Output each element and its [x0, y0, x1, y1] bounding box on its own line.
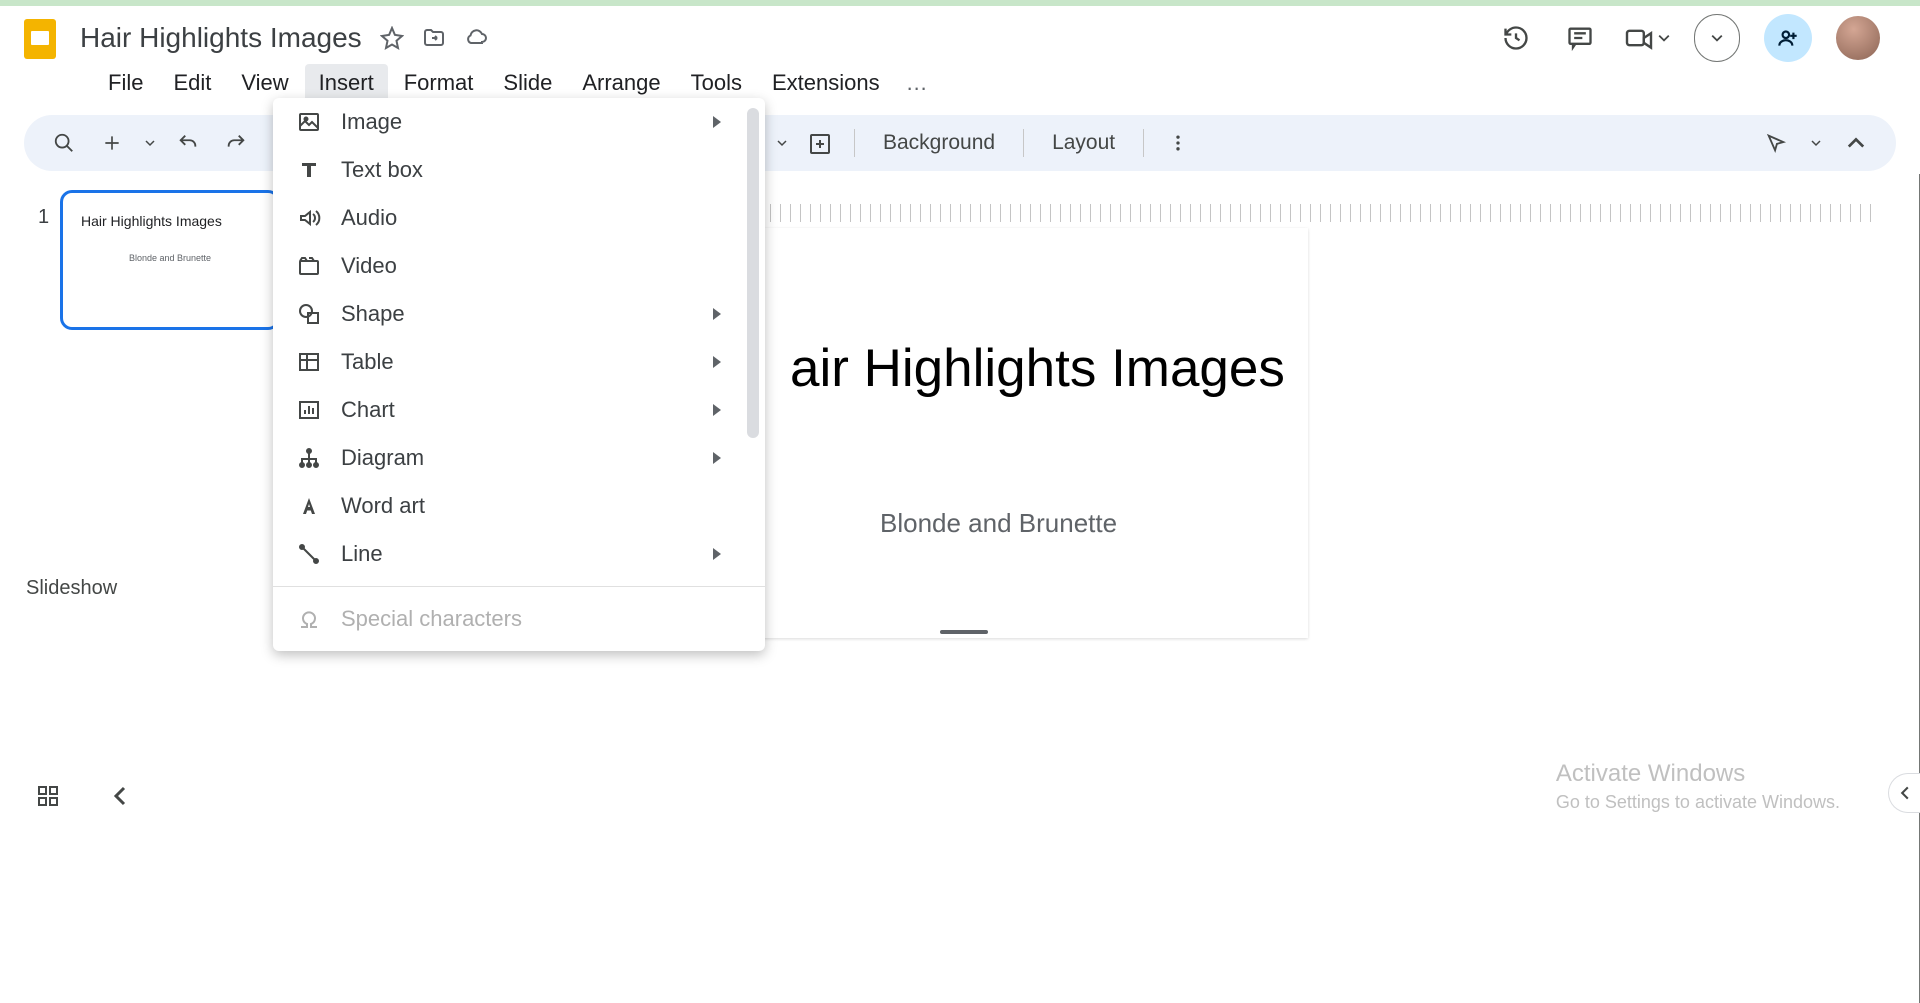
- submenu-arrow-icon: [713, 308, 721, 320]
- chart-icon: [297, 398, 321, 422]
- star-icon[interactable]: [380, 26, 404, 50]
- menu-insert[interactable]: Insert: [305, 64, 388, 102]
- insert-wordart[interactable]: Word art: [273, 482, 765, 530]
- toolbar-dropdown[interactable]: [772, 123, 792, 163]
- pointer-tool-icon[interactable]: [1756, 123, 1796, 163]
- undo-button[interactable]: [168, 123, 208, 163]
- new-slide-dropdown[interactable]: [140, 123, 160, 163]
- collapse-toolbar-icon[interactable]: [1836, 123, 1876, 163]
- move-folder-icon[interactable]: [422, 26, 446, 50]
- insert-table[interactable]: Table: [273, 338, 765, 386]
- menu-extensions[interactable]: Extensions: [758, 64, 894, 102]
- slide-panel: Hair Highlights Images Blonde and Brunet…: [0, 174, 300, 829]
- history-icon[interactable]: [1496, 18, 1536, 58]
- comments-icon[interactable]: [1560, 18, 1600, 58]
- separator: [854, 129, 855, 157]
- table-icon: [297, 350, 321, 374]
- menu-item-label: Audio: [341, 205, 397, 231]
- menu-file[interactable]: File: [94, 64, 157, 102]
- redo-button[interactable]: [216, 123, 256, 163]
- submenu-arrow-icon: [713, 548, 721, 560]
- submenu-arrow-icon: [713, 356, 721, 368]
- slideshow-dropdown[interactable]: [1695, 32, 1739, 44]
- line-icon: [297, 542, 321, 566]
- overflow-menu-icon[interactable]: [1158, 123, 1198, 163]
- separator: [1143, 129, 1144, 157]
- watermark-title: Activate Windows: [1556, 760, 1840, 788]
- slides-logo[interactable]: [20, 13, 60, 63]
- audio-icon: [297, 206, 321, 230]
- special-chars-icon: [297, 607, 321, 631]
- expand-side-panel[interactable]: [1888, 773, 1920, 813]
- insert-special-chars[interactable]: Special characters: [273, 595, 765, 643]
- video-call-button[interactable]: [1624, 26, 1670, 50]
- grid-view-icon[interactable]: [36, 784, 60, 813]
- menu-item-label: Word art: [341, 493, 425, 519]
- menu-item-label: Special characters: [341, 606, 522, 632]
- insert-shape[interactable]: Shape: [273, 290, 765, 338]
- watermark-subtitle: Go to Settings to activate Windows.: [1556, 792, 1840, 813]
- slideshow-button[interactable]: Slideshow: [1694, 14, 1740, 62]
- menu-item-label: Chart: [341, 397, 395, 423]
- image-icon: [297, 110, 321, 134]
- chevron-left-icon[interactable]: [110, 786, 130, 811]
- bottom-bar: [36, 784, 130, 813]
- menu-item-label: Image: [341, 109, 402, 135]
- insert-diagram[interactable]: Diagram: [273, 434, 765, 482]
- textbox-icon: [297, 158, 321, 182]
- insert-image[interactable]: Image: [273, 98, 765, 146]
- menu-view[interactable]: View: [227, 64, 302, 102]
- menu-item-label: Table: [341, 349, 394, 375]
- insert-textbox[interactable]: Text box: [273, 146, 765, 194]
- insert-dropdown-menu: Image Text box Audio Video Shape Table C…: [273, 98, 765, 651]
- layout-button[interactable]: Layout: [1038, 131, 1129, 155]
- submenu-arrow-icon: [713, 404, 721, 416]
- dropdown-scrollbar[interactable]: [747, 108, 759, 438]
- shape-icon: [297, 302, 321, 326]
- menu-arrange[interactable]: Arrange: [568, 64, 674, 102]
- insert-chart[interactable]: Chart: [273, 386, 765, 434]
- insert-video[interactable]: Video: [273, 242, 765, 290]
- menu-item-label: Video: [341, 253, 397, 279]
- insert-audio[interactable]: Audio: [273, 194, 765, 242]
- menu-item-label: Line: [341, 541, 383, 567]
- cloud-saved-icon[interactable]: [464, 26, 488, 50]
- share-button[interactable]: [1764, 14, 1812, 62]
- thumb-subtitle: Blonde and Brunette: [73, 253, 267, 263]
- menu-tools[interactable]: Tools: [677, 64, 756, 102]
- separator: [1023, 129, 1024, 157]
- thumb-title: Hair Highlights Images: [73, 213, 267, 229]
- pointer-tool-dropdown[interactable]: [1806, 123, 1826, 163]
- document-title[interactable]: Hair Highlights Images: [80, 22, 362, 54]
- menu-item-label: Diagram: [341, 445, 424, 471]
- menu-separator: [273, 586, 765, 587]
- submenu-arrow-icon: [713, 116, 721, 128]
- menu-more[interactable]: …: [896, 64, 938, 102]
- slide-title-text[interactable]: air Highlights Images: [790, 338, 1285, 399]
- background-button[interactable]: Background: [869, 131, 1009, 155]
- slide-subtitle-text[interactable]: Blonde and Brunette: [880, 508, 1117, 539]
- insert-line[interactable]: Line: [273, 530, 765, 578]
- menu-edit[interactable]: Edit: [159, 64, 225, 102]
- add-comment-button[interactable]: [800, 123, 840, 163]
- submenu-arrow-icon: [713, 452, 721, 464]
- new-slide-button[interactable]: [92, 123, 132, 163]
- menu-item-label: Shape: [341, 301, 405, 327]
- windows-activation-watermark: Activate Windows Go to Settings to activ…: [1556, 760, 1840, 813]
- slide-thumbnail[interactable]: Hair Highlights Images Blonde and Brunet…: [60, 190, 280, 330]
- diagram-icon: [297, 446, 321, 470]
- menu-item-label: Text box: [341, 157, 423, 183]
- menu-format[interactable]: Format: [390, 64, 488, 102]
- canvas-resize-handle[interactable]: [940, 630, 988, 634]
- video-icon: [297, 254, 321, 278]
- search-icon[interactable]: [44, 123, 84, 163]
- header: Hair Highlights Images Slideshow: [0, 6, 1920, 61]
- wordart-icon: [297, 494, 321, 518]
- menu-slide[interactable]: Slide: [489, 64, 566, 102]
- account-avatar[interactable]: [1836, 16, 1880, 60]
- chevron-down-icon: [1658, 32, 1670, 44]
